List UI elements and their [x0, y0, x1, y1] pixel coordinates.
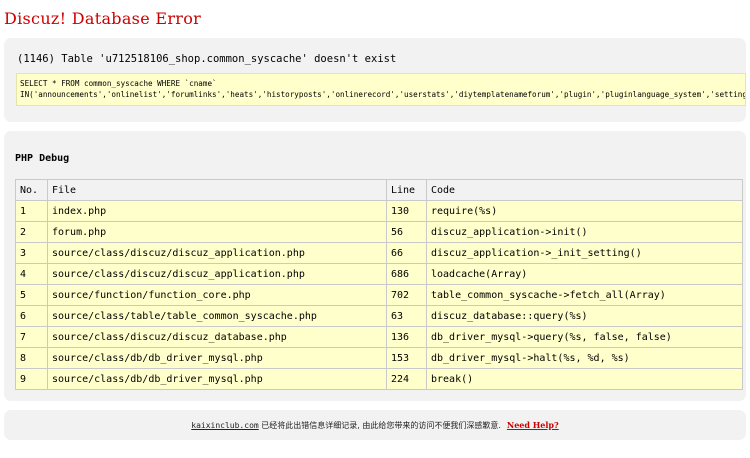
- table-row: 3 source/class/discuz/discuz_application…: [15, 242, 743, 264]
- cell-code: break(): [426, 368, 743, 390]
- cell-code: db_driver_mysql->query(%s, false, false): [426, 326, 743, 348]
- error-message: (1146) Table 'u712518106_shop.common_sys…: [17, 53, 397, 65]
- cell-line: 66: [386, 242, 427, 264]
- table-header-row: No. File Line Code: [15, 179, 743, 201]
- table-row: 9 source/class/db/db_driver_mysql.php 22…: [15, 368, 743, 390]
- table-row: 7 source/class/discuz/discuz_database.ph…: [15, 326, 743, 348]
- cell-file: source/class/db/db_driver_mysql.php: [47, 368, 387, 390]
- cell-line: 686: [386, 263, 427, 285]
- cell-no: 7: [15, 326, 48, 348]
- cell-no: 8: [15, 347, 48, 369]
- cell-code: db_driver_mysql->halt(%s, %d, %s): [426, 347, 743, 369]
- sql-query-block: SELECT * FROM common_syscache WHERE `cna…: [16, 73, 746, 106]
- cell-no: 6: [15, 305, 48, 327]
- debug-table: No. File Line Code 1 index.php 130 requi…: [15, 179, 743, 390]
- table-row: 5 source/function/function_core.php 702 …: [15, 284, 743, 306]
- cell-code: discuz_database::query(%s): [426, 305, 743, 327]
- table-row: 4 source/class/discuz/discuz_application…: [15, 263, 743, 285]
- cell-line: 130: [386, 200, 427, 222]
- sql-line-1: SELECT * FROM common_syscache WHERE `cna…: [20, 79, 217, 88]
- column-header-code: Code: [426, 179, 743, 201]
- column-header-line: Line: [386, 179, 427, 201]
- cell-file: source/class/discuz/discuz_application.p…: [47, 242, 387, 264]
- table-row: 8 source/class/db/db_driver_mysql.php 15…: [15, 347, 743, 369]
- cell-file: source/class/discuz/discuz_database.php: [47, 326, 387, 348]
- footer: kaixinclub.com 已经将此出错信息详细记录, 由此给您带来的访问不便…: [4, 420, 746, 431]
- cell-line: 63: [386, 305, 427, 327]
- column-header-no: No.: [15, 179, 48, 201]
- debug-title: PHP Debug: [15, 153, 70, 164]
- table-row: 1 index.php 130 require(%s): [15, 200, 743, 222]
- cell-file: source/function/function_core.php: [47, 284, 387, 306]
- cell-line: 153: [386, 347, 427, 369]
- cell-code: discuz_application->_init_setting(): [426, 242, 743, 264]
- cell-file: source/class/discuz/discuz_application.p…: [47, 263, 387, 285]
- footer-panel: kaixinclub.com 已经将此出错信息详细记录, 由此给您带来的访问不便…: [4, 410, 746, 440]
- cell-no: 9: [15, 368, 48, 390]
- error-message-panel: (1146) Table 'u712518106_shop.common_sys…: [4, 38, 746, 122]
- cell-no: 3: [15, 242, 48, 264]
- cell-code: discuz_application->init(): [426, 221, 743, 243]
- column-header-file: File: [47, 179, 387, 201]
- cell-file: source/class/table/table_common_syscache…: [47, 305, 387, 327]
- footer-notice: 已经将此出错信息详细记录, 由此给您带来的访问不便我们深感歉意.: [258, 421, 501, 430]
- cell-file: index.php: [47, 200, 387, 222]
- php-debug-panel: PHP Debug No. File Line Code 1 index.php…: [4, 131, 746, 401]
- cell-line: 56: [386, 221, 427, 243]
- table-row: 6 source/class/table/table_common_syscac…: [15, 305, 743, 327]
- cell-no: 4: [15, 263, 48, 285]
- cell-no: 2: [15, 221, 48, 243]
- page-title: Discuz! Database Error: [4, 9, 202, 28]
- cell-line: 702: [386, 284, 427, 306]
- cell-code: require(%s): [426, 200, 743, 222]
- cell-line: 136: [386, 326, 427, 348]
- table-row: 2 forum.php 56 discuz_application->init(…: [15, 221, 743, 243]
- cell-no: 1: [15, 200, 48, 222]
- cell-file: source/class/db/db_driver_mysql.php: [47, 347, 387, 369]
- cell-file: forum.php: [47, 221, 387, 243]
- cell-line: 224: [386, 368, 427, 390]
- cell-code: table_common_syscache->fetch_all(Array): [426, 284, 743, 306]
- sql-line-2: IN('announcements','onlinelist','forumli…: [20, 90, 745, 99]
- cell-no: 5: [15, 284, 48, 306]
- need-help-link[interactable]: Need Help?: [507, 420, 559, 430]
- site-link[interactable]: kaixinclub.com: [191, 421, 258, 430]
- cell-code: loadcache(Array): [426, 263, 743, 285]
